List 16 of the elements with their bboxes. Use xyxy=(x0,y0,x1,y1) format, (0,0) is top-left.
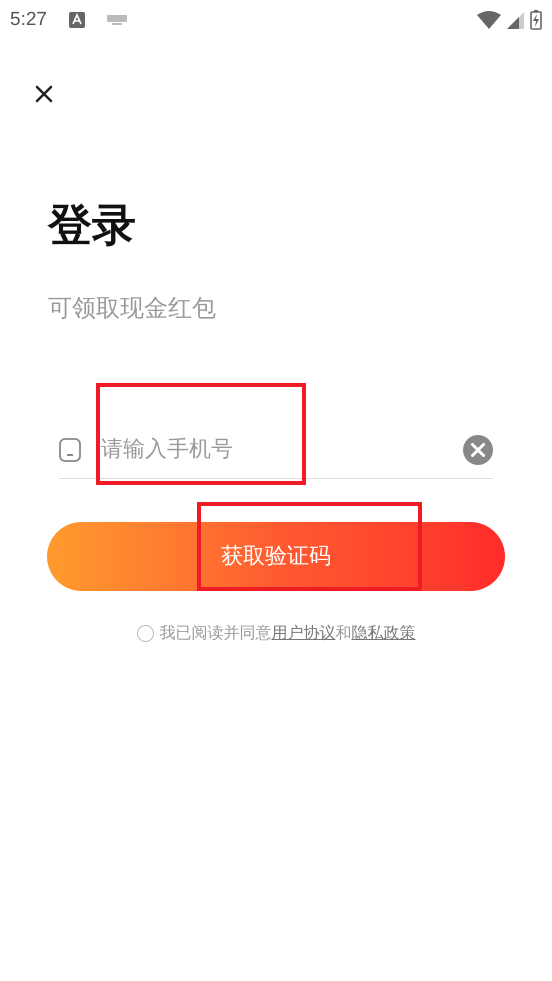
subtitle: 可领取现金红包 xyxy=(48,293,217,324)
keyboard-app-icon xyxy=(68,12,85,28)
phone-icon xyxy=(59,438,81,462)
agreement-text: 我已阅读并同意 xyxy=(160,623,272,642)
get-code-button[interactable]: 获取验证码 xyxy=(47,522,505,591)
battery-charging-icon xyxy=(530,10,542,30)
page-title: 登录 xyxy=(48,204,137,248)
privacy-policy-link[interactable]: 隐私政策 xyxy=(352,623,416,642)
clear-icon[interactable] xyxy=(463,434,493,464)
phone-field[interactable]: 请输入手机号 xyxy=(101,433,463,466)
joiner-text: 和 xyxy=(336,623,352,642)
agree-radio[interactable] xyxy=(136,624,154,642)
signal-icon xyxy=(507,12,524,28)
status-time: 5:27 xyxy=(10,8,47,32)
wifi-icon xyxy=(477,11,501,29)
user-agreement-link[interactable]: 用户协议 xyxy=(272,623,336,642)
